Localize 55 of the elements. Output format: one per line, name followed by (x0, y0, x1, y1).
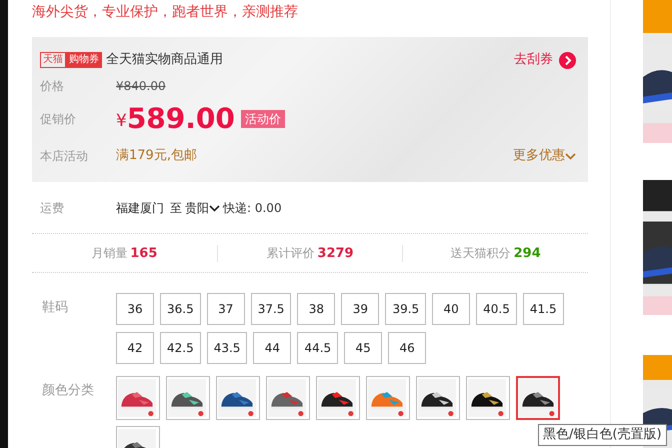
size-option[interactable]: 43.5 (206, 332, 248, 364)
size-option[interactable]: 36 (116, 293, 154, 325)
activity-label: 本店活动 (40, 148, 89, 165)
tmall-tag: 天猫 (40, 52, 66, 68)
size-option[interactable]: 46 (388, 332, 426, 364)
coupon-text: 全天猫实物商品通用 (106, 51, 223, 70)
color-swatch[interactable] (116, 376, 160, 420)
color-swatch[interactable] (316, 376, 360, 420)
promo-badge: 活动价 (240, 110, 285, 128)
original-price: ¥840.00 (116, 78, 166, 95)
size-option[interactable]: 38 (297, 293, 336, 325)
color-swatch[interactable] (416, 376, 460, 420)
slogan-text: 海外尖货，专业保护，跑者世界，亲测推荐 (32, 3, 299, 22)
stat-value: 294 (514, 246, 541, 260)
color-swatch[interactable] (266, 376, 310, 420)
stat-label: 送天猫积分 (450, 246, 511, 260)
size-option[interactable]: 36.5 (160, 293, 201, 325)
size-option[interactable]: 44 (253, 332, 292, 364)
activity-text: 满179元,包邮 (116, 147, 197, 166)
size-option[interactable]: 41.5 (522, 293, 564, 325)
stat-value: 165 (130, 246, 158, 260)
chevron-down-icon (565, 152, 576, 160)
coupon-link[interactable]: 去刮券 (514, 50, 553, 70)
color-swatch[interactable] (466, 376, 510, 420)
stat-label: 累计评价 (266, 246, 314, 260)
color-swatch[interactable] (516, 376, 560, 420)
size-option[interactable]: 40.5 (476, 293, 517, 325)
chevron-down-icon (209, 204, 220, 212)
size-option[interactable]: 42 (116, 332, 154, 364)
size-option[interactable]: 40 (432, 293, 470, 325)
color-swatch[interactable] (166, 376, 210, 420)
size-option[interactable]: 37 (206, 293, 245, 325)
currency-sign: ¥ (116, 110, 127, 134)
price-label: 价格 (40, 78, 65, 95)
shipping-label: 运费 (40, 200, 65, 217)
stat-label: 月销量 (91, 246, 128, 260)
size-label: 鞋码 (42, 299, 69, 317)
shipping-cost: 快递: 0.00 (223, 200, 282, 217)
tooltip: 黑色/银白色(壳置版) (538, 424, 667, 446)
destination-dropdown[interactable]: 贵阳 (185, 199, 220, 217)
color-label: 颜色分类 (42, 382, 95, 400)
coupon-tag: 购物券 (66, 52, 102, 68)
color-swatch[interactable] (366, 376, 410, 420)
size-option[interactable]: 42.5 (160, 332, 201, 364)
size-option[interactable]: 44.5 (297, 332, 338, 364)
stat-value: 3279 (317, 246, 354, 260)
size-option[interactable]: 45 (344, 332, 382, 364)
ship-to-word: 至 (170, 200, 182, 217)
ship-from: 福建厦门 (116, 200, 164, 217)
color-swatch[interactable] (216, 376, 260, 420)
promo-label: 促销价 (40, 111, 77, 128)
promo-price: 589.00 (126, 102, 235, 136)
size-option[interactable]: 39 (341, 293, 380, 325)
size-option[interactable]: 37.5 (250, 293, 292, 325)
size-option[interactable]: 39.5 (385, 293, 426, 325)
